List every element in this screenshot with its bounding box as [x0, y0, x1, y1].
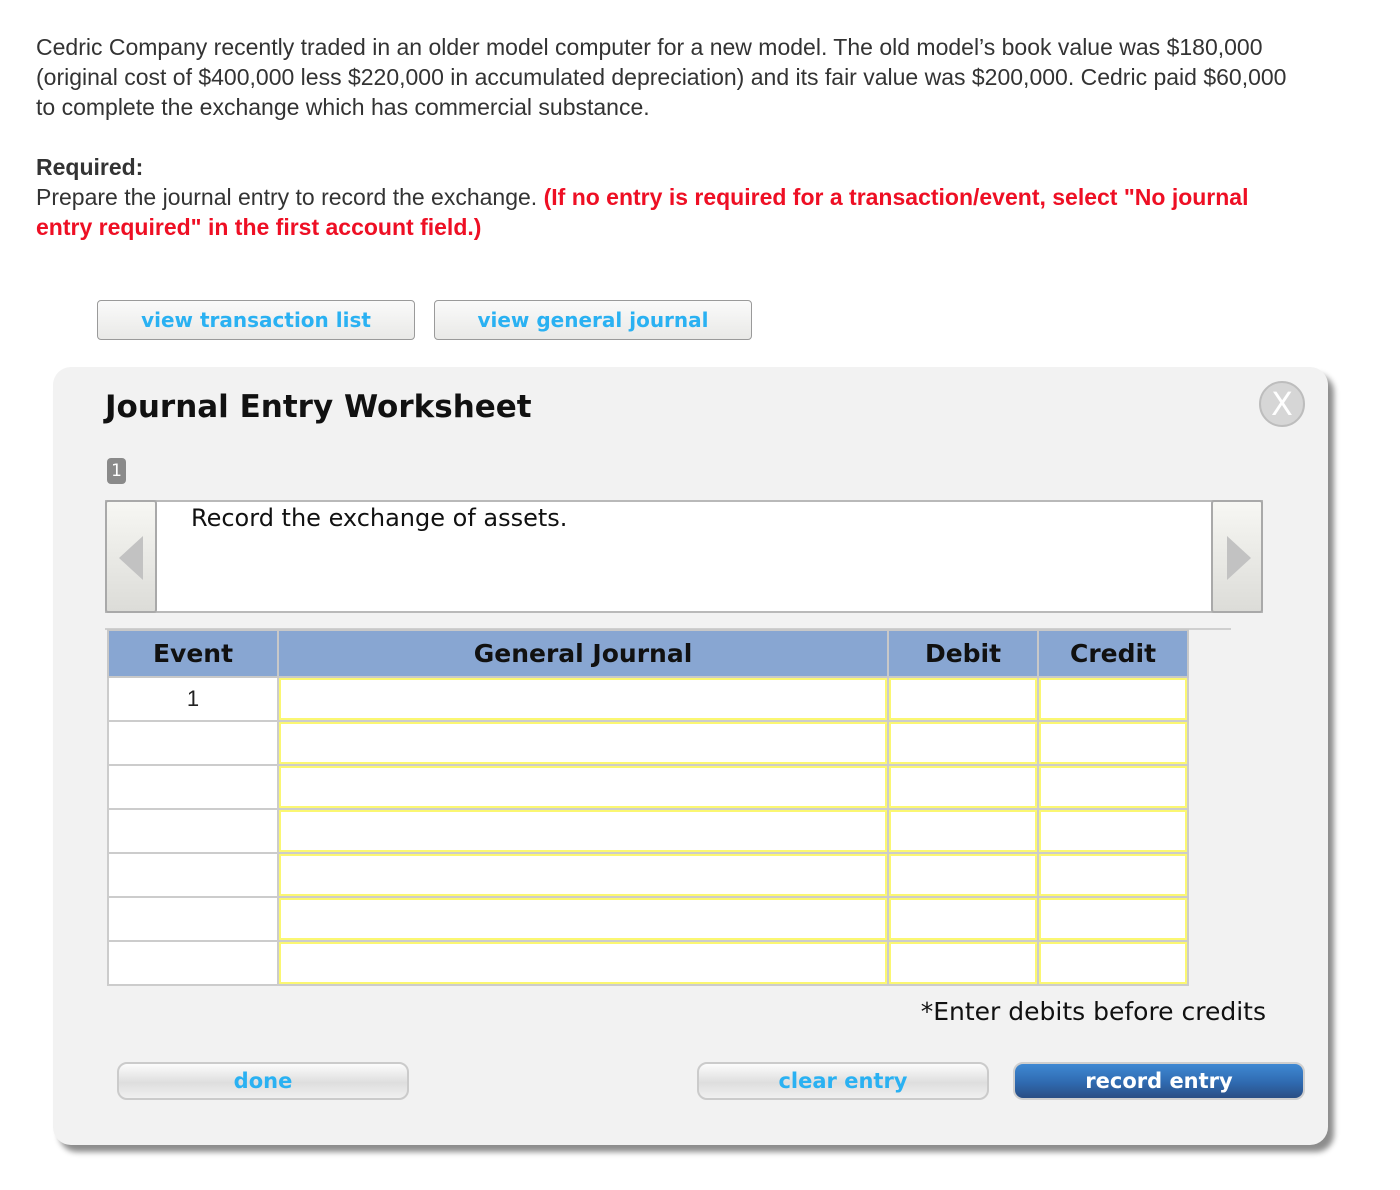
- debit-field[interactable]: [889, 678, 1037, 720]
- event-cell: [107, 720, 279, 766]
- account-field-cell: [277, 852, 889, 898]
- credit-field[interactable]: [1039, 810, 1187, 852]
- account-field[interactable]: [279, 722, 887, 764]
- transaction-description: Record the exchange of assets.: [191, 504, 568, 532]
- debit-field-cell: [887, 808, 1039, 854]
- account-field-cell: [277, 676, 889, 722]
- debit-field-cell: [887, 852, 1039, 898]
- journal-row: [107, 720, 1189, 766]
- view-transaction-list-button[interactable]: view transaction list: [97, 300, 415, 340]
- debit-field[interactable]: [889, 810, 1037, 852]
- column-header-general-journal: General Journal: [277, 629, 889, 678]
- debit-field[interactable]: [889, 854, 1037, 896]
- credit-field[interactable]: [1039, 678, 1187, 720]
- close-icon[interactable]: X: [1259, 381, 1305, 427]
- debit-field[interactable]: [889, 942, 1037, 984]
- credit-field-cell: [1037, 676, 1189, 722]
- debit-field[interactable]: [889, 766, 1037, 808]
- journal-table-header: Event General Journal Debit Credit: [107, 629, 1189, 678]
- column-header-event: Event: [107, 629, 279, 678]
- instruction-text: Prepare the journal entry to record the …: [36, 184, 544, 210]
- triangle-right-icon: [1227, 536, 1251, 580]
- clear-entry-button[interactable]: clear entry: [697, 1062, 989, 1100]
- event-cell: [107, 852, 279, 898]
- account-field-cell: [277, 808, 889, 854]
- account-field-cell: [277, 940, 889, 986]
- credit-field[interactable]: [1039, 898, 1187, 940]
- record-entry-button[interactable]: record entry: [1013, 1062, 1305, 1100]
- credit-field-cell: [1037, 808, 1189, 854]
- worksheet-title: Journal Entry Worksheet: [105, 389, 532, 425]
- credit-field[interactable]: [1039, 766, 1187, 808]
- required-instruction: Prepare the journal entry to record the …: [36, 182, 1296, 242]
- credit-field-cell: [1037, 764, 1189, 810]
- journal-table: Event General Journal Debit Credit 1: [107, 629, 1189, 986]
- journal-row: 1: [107, 676, 1189, 722]
- transaction-description-box: Record the exchange of assets.: [105, 500, 1263, 613]
- event-cell: [107, 896, 279, 942]
- debit-field[interactable]: [889, 898, 1037, 940]
- view-general-journal-button[interactable]: view general journal: [434, 300, 752, 340]
- credit-field[interactable]: [1039, 854, 1187, 896]
- journal-row: [107, 940, 1189, 986]
- account-field[interactable]: [279, 678, 887, 720]
- required-heading: Required:: [36, 154, 144, 180]
- debit-field-cell: [887, 720, 1039, 766]
- credit-field[interactable]: [1039, 942, 1187, 984]
- journal-row: [107, 852, 1189, 898]
- debits-before-credits-note: *Enter debits before credits: [920, 997, 1266, 1026]
- next-transaction-button[interactable]: [1211, 500, 1263, 613]
- event-cell: [107, 764, 279, 810]
- account-field-cell: [277, 764, 889, 810]
- column-header-debit: Debit: [887, 629, 1039, 678]
- debit-field-cell: [887, 896, 1039, 942]
- account-field[interactable]: [279, 810, 887, 852]
- credit-field-cell: [1037, 852, 1189, 898]
- event-cell: [107, 808, 279, 854]
- event-cell: [107, 940, 279, 986]
- account-field[interactable]: [279, 942, 887, 984]
- problem-paragraph: Cedric Company recently traded in an old…: [36, 34, 1287, 120]
- credit-field-cell: [1037, 940, 1189, 986]
- credit-field[interactable]: [1039, 722, 1187, 764]
- account-field-cell: [277, 896, 889, 942]
- triangle-left-icon: [119, 536, 143, 580]
- credit-field-cell: [1037, 720, 1189, 766]
- page-badge[interactable]: 1: [107, 458, 126, 484]
- previous-transaction-button[interactable]: [105, 500, 157, 613]
- debit-field-cell: [887, 764, 1039, 810]
- journal-row: [107, 808, 1189, 854]
- column-header-credit: Credit: [1037, 629, 1189, 678]
- account-field-cell: [277, 720, 889, 766]
- journal-row: [107, 896, 1189, 942]
- event-cell: 1: [107, 676, 279, 722]
- journal-entry-worksheet-panel: Journal Entry Worksheet X 1 Record the e…: [53, 367, 1328, 1145]
- journal-row: [107, 764, 1189, 810]
- account-field[interactable]: [279, 766, 887, 808]
- problem-statement: Cedric Company recently traded in an old…: [36, 32, 1296, 242]
- debit-field[interactable]: [889, 722, 1037, 764]
- account-field[interactable]: [279, 898, 887, 940]
- debit-field-cell: [887, 676, 1039, 722]
- account-field[interactable]: [279, 854, 887, 896]
- debit-field-cell: [887, 940, 1039, 986]
- credit-field-cell: [1037, 896, 1189, 942]
- done-button[interactable]: done: [117, 1062, 409, 1100]
